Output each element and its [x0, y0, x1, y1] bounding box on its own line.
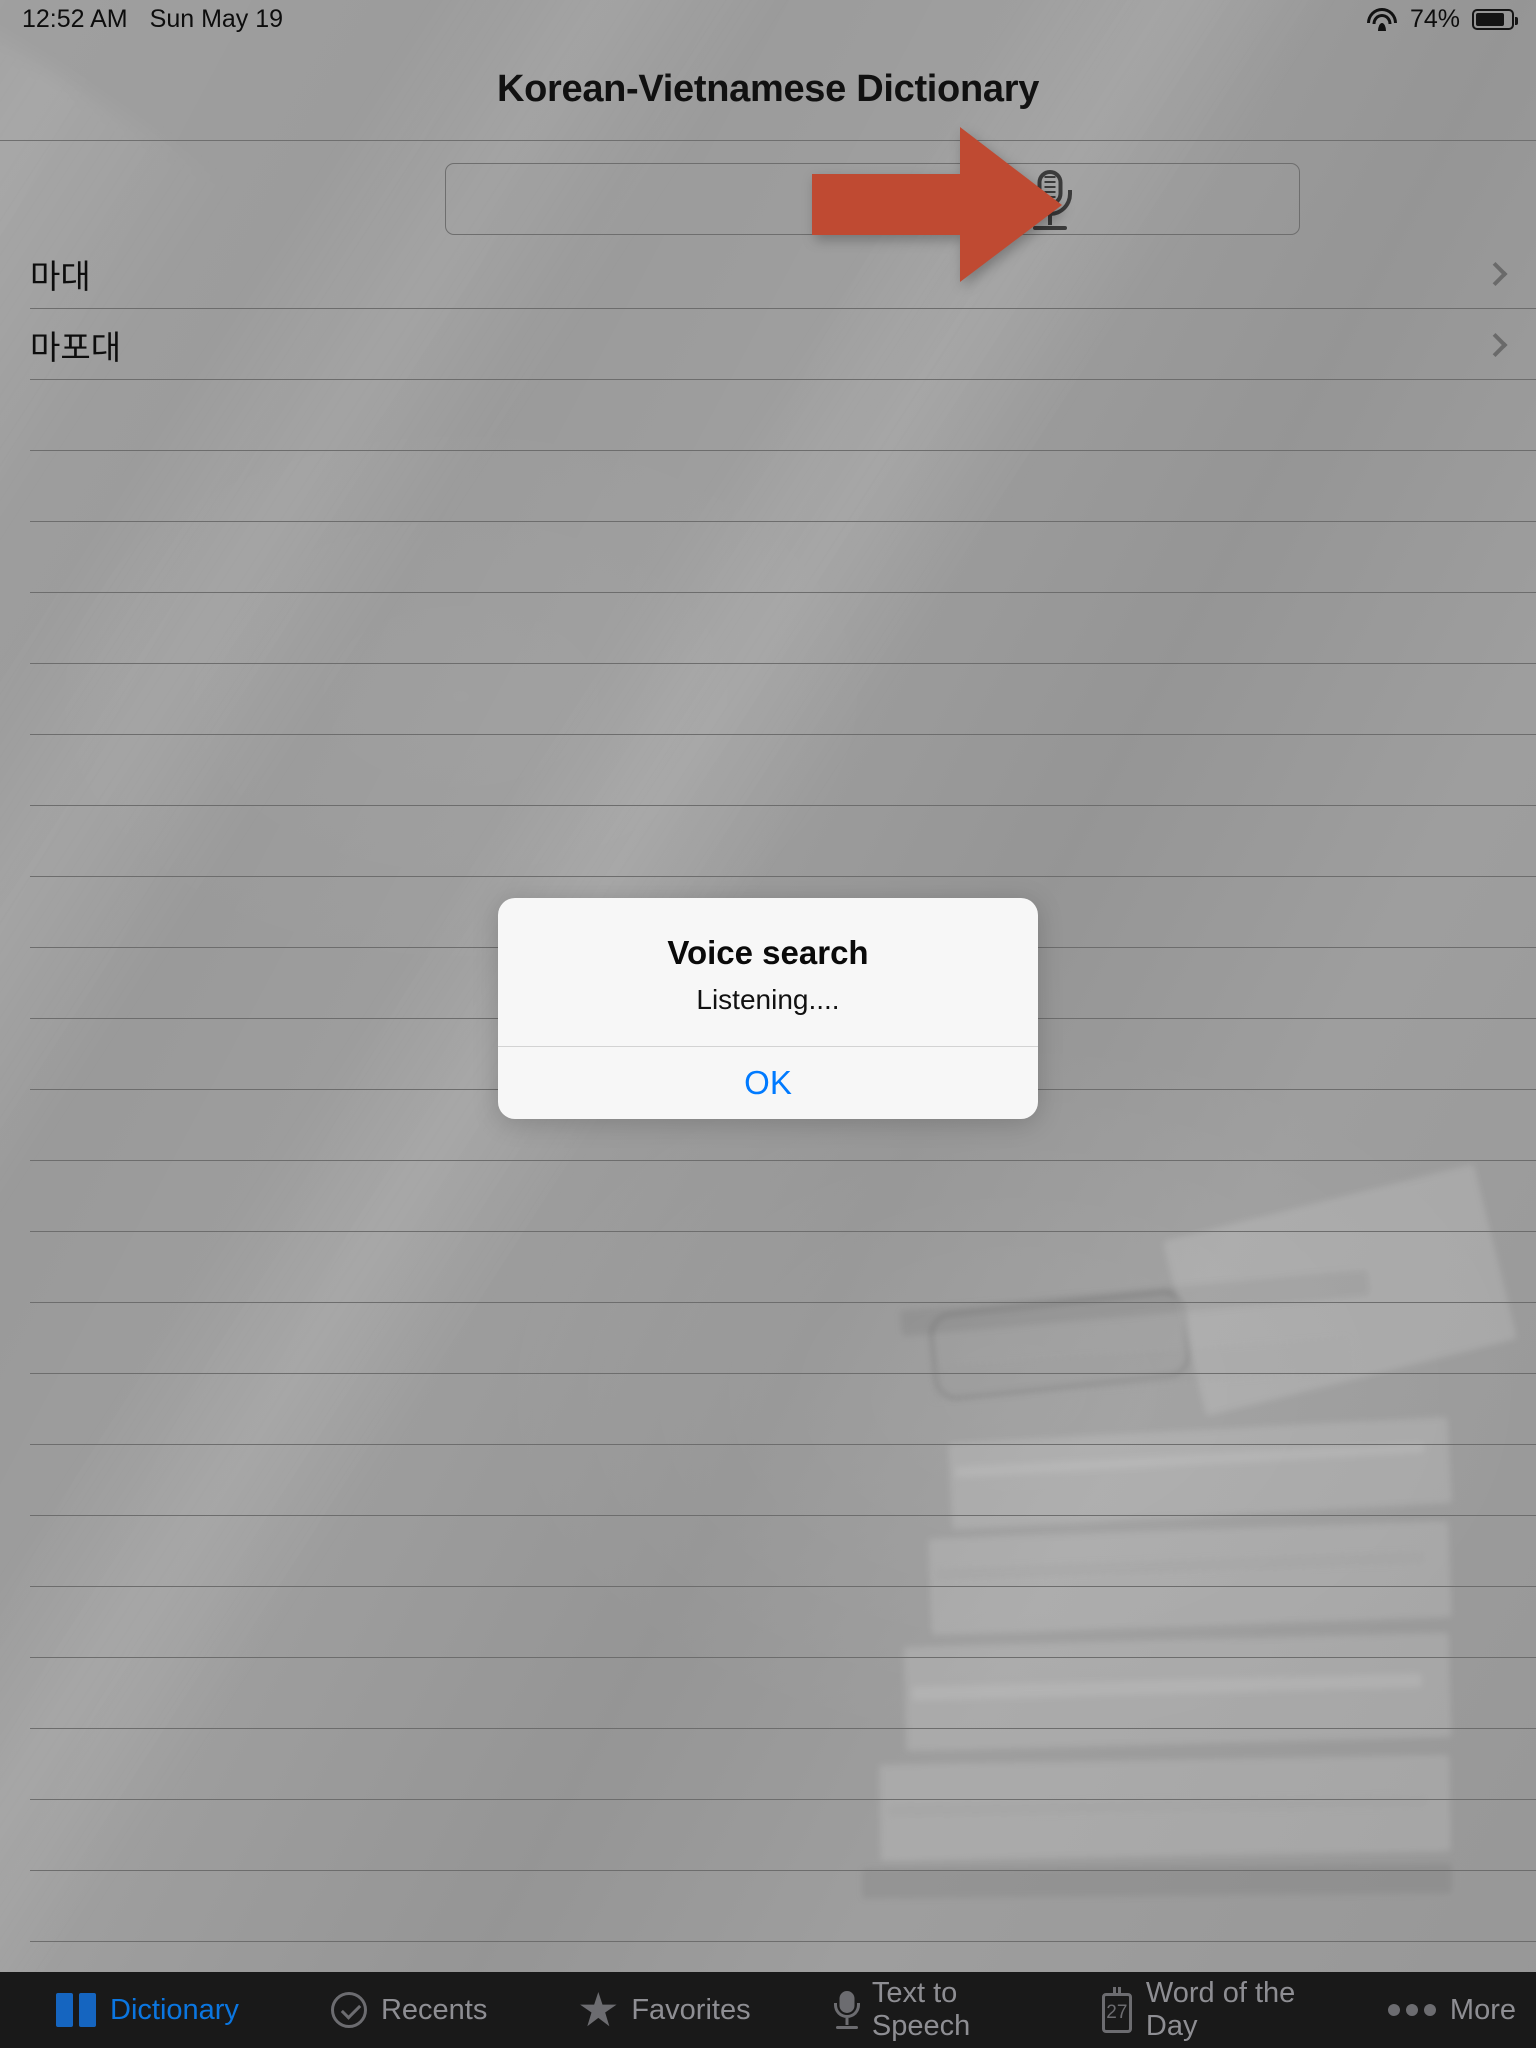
- app-screen: 12:52 AM Sun May 19 74% Korean-Vietnames…: [0, 0, 1536, 2048]
- dialog-ok-button[interactable]: OK: [498, 1047, 1038, 1119]
- dialog-message: Listening....: [696, 984, 840, 1015]
- dialog-title: Voice search: [667, 934, 869, 971]
- voice-search-dialog: Voice search Listening.... OK: [498, 898, 1038, 1120]
